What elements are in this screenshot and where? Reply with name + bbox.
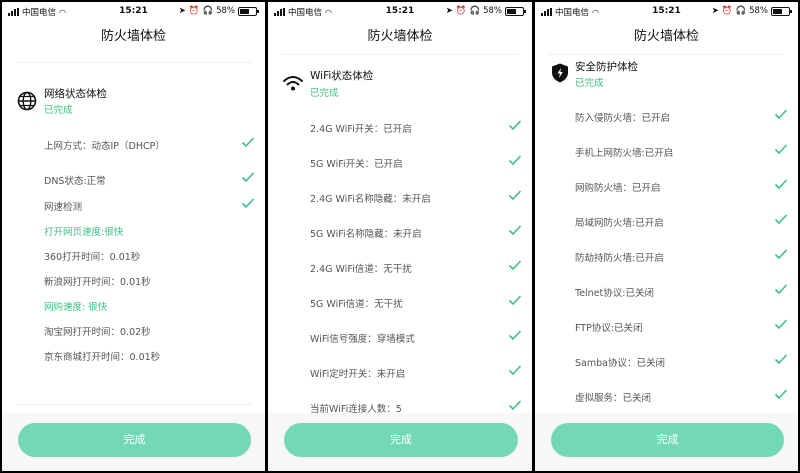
status-bar: 中国电信 ◠ 15:21 ➤ ⏰ 🎧 58% bbox=[535, 2, 798, 22]
list-item: 淘宝网打开时间：0.02秒 bbox=[44, 327, 151, 338]
list-item: 网购速度: 很快 bbox=[44, 302, 108, 313]
shield-icon bbox=[552, 63, 568, 83]
check-icon bbox=[774, 354, 788, 365]
check-icon bbox=[774, 319, 788, 330]
list-item: 360打开时间：0.01秒 bbox=[44, 252, 141, 263]
list-item: 防入侵防火墙：已开启 bbox=[535, 109, 798, 126]
status-bar: 中国电信 ◠ 15:21 ➤ ⏰ 🎧 58% bbox=[2, 2, 265, 22]
check-icon bbox=[241, 172, 255, 183]
section-status: 已完成 bbox=[44, 105, 73, 116]
headphones-icon: 🎧 bbox=[202, 6, 214, 16]
alarm-icon: ⏰ bbox=[188, 6, 200, 16]
check-icon bbox=[774, 109, 788, 120]
section-status: 已完成 bbox=[310, 88, 339, 99]
alarm-icon: ⏰ bbox=[455, 6, 467, 16]
list-item: 防劫持防火墙:已开启 bbox=[535, 249, 798, 266]
section-title: 安全防护体检 bbox=[575, 61, 638, 73]
check-icon bbox=[508, 190, 522, 201]
wifi-icon bbox=[283, 76, 303, 91]
check-icon bbox=[508, 400, 522, 411]
battery-icon bbox=[238, 6, 259, 16]
list-item: 虚拟服务：已关闭 bbox=[535, 389, 798, 406]
section-status: 已完成 bbox=[575, 78, 604, 89]
location-icon: ➤ bbox=[711, 6, 719, 16]
check-icon bbox=[774, 179, 788, 190]
list-item: 5G WiFi信道：无干扰 bbox=[268, 295, 532, 312]
section-title: WiFi状态体检 bbox=[310, 70, 374, 82]
headphones-icon: 🎧 bbox=[735, 6, 747, 16]
list-item: 5G WiFi开关：已开启 bbox=[268, 155, 532, 172]
check-icon bbox=[774, 214, 788, 225]
battery-icon bbox=[771, 6, 792, 16]
list-item: 手机上网防火墙:已开启 bbox=[535, 144, 798, 161]
divider bbox=[16, 404, 251, 405]
list-item: 上网方式：动态IP（DHCP） bbox=[2, 137, 265, 154]
list-item: Telnet协议:已关闭 bbox=[535, 284, 798, 301]
section-title: 网络状态体检 bbox=[44, 88, 107, 100]
list-item: 网速检测 bbox=[2, 198, 265, 215]
check-icon bbox=[508, 225, 522, 236]
check-icon bbox=[508, 155, 522, 166]
list-item: 京东商城打开时间：0.01秒 bbox=[44, 352, 161, 363]
footer: 完成 bbox=[2, 413, 265, 471]
battery-percent: 58% bbox=[483, 6, 502, 16]
divider bbox=[549, 54, 784, 55]
done-button[interactable]: 完成 bbox=[551, 423, 784, 457]
page-title: 防火墙体检 bbox=[633, 29, 699, 44]
list-item: Samba协议：已关闭 bbox=[535, 354, 798, 371]
check-icon bbox=[508, 330, 522, 341]
page-title: 防火墙体检 bbox=[367, 29, 433, 44]
check-icon bbox=[774, 284, 788, 295]
list-item: 2.4G WiFi名称隐藏：未开启 bbox=[268, 190, 532, 207]
battery-percent: 58% bbox=[749, 6, 768, 16]
check-icon bbox=[508, 295, 522, 306]
list-item: 局域网防火墙:已开启 bbox=[535, 214, 798, 231]
globe-icon bbox=[17, 91, 37, 111]
footer: 完成 bbox=[535, 413, 798, 471]
footer: 完成 bbox=[268, 413, 532, 471]
location-icon: ➤ bbox=[445, 6, 453, 16]
list-item: 新浪网打开时间：0.01秒 bbox=[44, 277, 151, 288]
list-item: FTP协议:已关闭 bbox=[535, 319, 798, 336]
divider bbox=[282, 54, 518, 55]
phone-screen-wifi: 中国电信 ◠ 15:21 ➤ ⏰ 🎧 58% 防火墙体检 WiFi状态体检 已完… bbox=[268, 2, 532, 471]
battery-icon bbox=[505, 6, 526, 16]
headphones-icon: 🎧 bbox=[469, 6, 481, 16]
list-item: 2.4G WiFi开关：已开启 bbox=[268, 120, 532, 137]
page-title: 防火墙体检 bbox=[100, 29, 166, 44]
check-icon bbox=[508, 260, 522, 271]
phone-screen-network: 中国电信 ◠ 15:21 ➤ ⏰ 🎧 58% 防火墙体检 网络状态体检 已完成 … bbox=[2, 2, 265, 471]
check-icon bbox=[508, 365, 522, 376]
done-button[interactable]: 完成 bbox=[284, 423, 518, 457]
check-icon bbox=[241, 137, 255, 148]
location-icon: ➤ bbox=[178, 6, 186, 16]
list-item: WiFi定时开关：未开启 bbox=[268, 365, 532, 382]
list-item: 网购防火墙：已开启 bbox=[535, 179, 798, 196]
check-icon bbox=[774, 389, 788, 400]
list-item: 5G WiFi名称隐藏：未开启 bbox=[268, 225, 532, 242]
list-item: 2.4G WiFi信道：无干扰 bbox=[268, 260, 532, 277]
battery-percent: 58% bbox=[216, 6, 235, 16]
check-icon bbox=[508, 120, 522, 131]
list-item: 打开网页速度:很快 bbox=[44, 227, 124, 238]
list-item: WiFi信号强度：穿墙模式 bbox=[268, 330, 532, 347]
check-icon bbox=[241, 198, 255, 209]
divider bbox=[16, 62, 251, 63]
done-button[interactable]: 完成 bbox=[18, 423, 251, 457]
status-bar: 中国电信 ◠ 15:21 ➤ ⏰ 🎧 58% bbox=[268, 2, 532, 22]
check-icon bbox=[774, 144, 788, 155]
phone-screen-security: 中国电信 ◠ 15:21 ➤ ⏰ 🎧 58% 防火墙体检 安全防护体检 已完成 … bbox=[535, 2, 798, 471]
list-item: DNS状态:正常 bbox=[2, 172, 265, 189]
alarm-icon: ⏰ bbox=[721, 6, 733, 16]
check-icon bbox=[774, 249, 788, 260]
